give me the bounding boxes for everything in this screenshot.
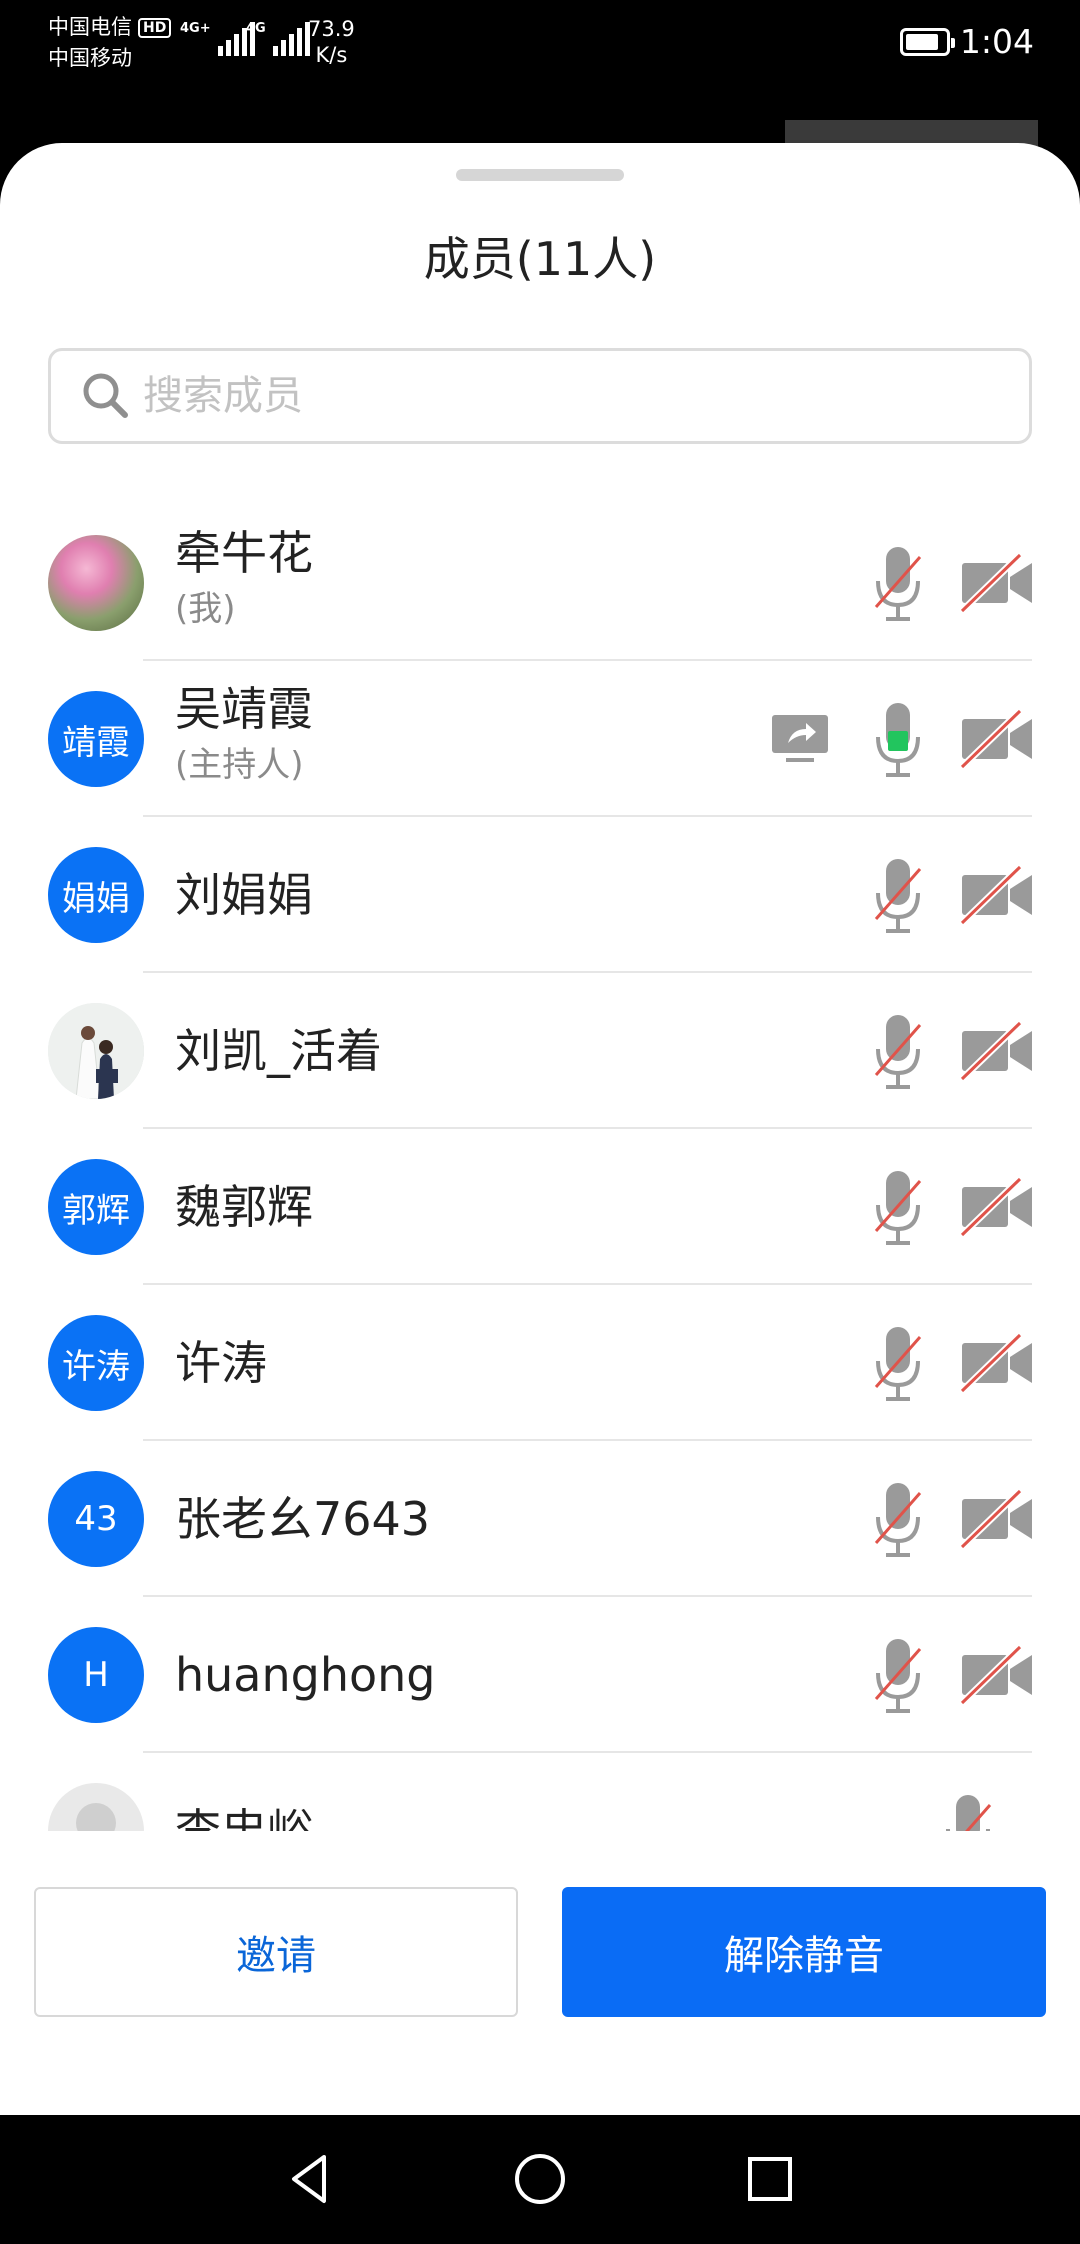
member-name: huanghong <box>175 1648 436 1702</box>
avatar-photo <box>48 1003 144 1099</box>
members-sheet: 成员(11人) 牵牛花 (我) 靖霞 吴靖霞 (主持人) <box>0 143 1080 2115</box>
member-name: 牵牛花 <box>175 526 313 580</box>
recents-icon[interactable] <box>740 2149 800 2209</box>
member-role: (我) <box>175 589 236 629</box>
hd-badge: HD <box>138 17 172 38</box>
avatar: 娟娟 <box>48 847 144 943</box>
wedding-photo <box>48 1003 144 1099</box>
system-nav-bar <box>0 2115 1080 2244</box>
screen-share-icon <box>772 715 828 762</box>
mic-muted-icon[interactable] <box>870 1633 926 1717</box>
camera-off-icon[interactable] <box>960 1175 1034 1239</box>
avatar-default <box>48 1783 144 1831</box>
drag-handle[interactable] <box>456 169 624 181</box>
member-name: 刘娟娟 <box>175 868 313 922</box>
back-icon[interactable] <box>280 2149 340 2209</box>
mic-muted-icon[interactable] <box>870 1321 926 1405</box>
member-name: 吴靖霞 <box>175 682 313 736</box>
camera-off-icon[interactable] <box>960 707 1034 771</box>
member-row[interactable]: 郭辉 魏郭辉 <box>0 1129 1080 1285</box>
avatar-text: 43 <box>74 1499 118 1539</box>
avatar-text: 娟娟 <box>62 878 130 919</box>
avatar: 许涛 <box>48 1315 144 1411</box>
network-speed: 73.9 K/s <box>308 16 355 68</box>
search-input[interactable] <box>143 373 1029 419</box>
battery-icon <box>900 28 955 56</box>
search-icon <box>83 373 128 418</box>
member-name: 刘凯_活着 <box>175 1024 382 1078</box>
member-row[interactable]: H huanghong <box>0 1597 1080 1753</box>
member-row[interactable]: 李忠峪 <box>0 1753 1080 1831</box>
invite-button[interactable]: 邀请 <box>34 1887 518 2017</box>
mic-muted-icon[interactable] <box>940 1789 996 1831</box>
member-row[interactable]: 娟娟 刘娟娟 <box>0 817 1080 973</box>
signal-2-icon: 4G <box>246 22 310 56</box>
status-bar: 中国电信 HD 中国移动 4G+ 4G 73.9 K/s 1:04 <box>0 0 1080 100</box>
mic-muted-icon[interactable] <box>870 1477 926 1561</box>
signal-1-icon: 4G+ <box>180 22 255 56</box>
member-row[interactable]: 刘凯_活着 <box>0 973 1080 1129</box>
unmute-button[interactable]: 解除静音 <box>562 1887 1046 2017</box>
avatar: 郭辉 <box>48 1159 144 1255</box>
avatar-text: 靖霞 <box>62 722 130 763</box>
net-speed-unit: K/s <box>315 43 348 67</box>
net-speed-value: 73.9 <box>308 17 355 41</box>
mic-active-icon[interactable] <box>870 697 926 781</box>
home-icon[interactable] <box>510 2149 570 2209</box>
clock: 1:04 <box>959 22 1034 61</box>
search-box[interactable] <box>48 348 1032 444</box>
avatar: 43 <box>48 1471 144 1567</box>
avatar-text: 许涛 <box>62 1346 130 1387</box>
carrier-1: 中国电信 <box>48 15 132 39</box>
mic-muted-icon[interactable] <box>870 1009 926 1093</box>
mic-muted-icon[interactable] <box>870 853 926 937</box>
carrier-info: 中国电信 HD 中国移动 <box>48 12 172 74</box>
network-1-label: 4G+ <box>180 21 211 36</box>
avatar-text: H <box>83 1655 109 1695</box>
camera-off-icon[interactable] <box>960 1643 1034 1707</box>
battery-fill <box>906 34 938 50</box>
member-name: 魏郭辉 <box>175 1180 313 1234</box>
bottom-actions: 邀请 解除静音 <box>0 1859 1080 2115</box>
member-name: 许涛 <box>175 1336 267 1390</box>
member-row[interactable]: 靖霞 吴靖霞 (主持人) <box>0 661 1080 817</box>
carrier-2: 中国移动 <box>48 46 132 70</box>
default-user-icon <box>76 1803 116 1831</box>
member-row[interactable]: 许涛 许涛 <box>0 1285 1080 1441</box>
avatar-photo <box>48 535 144 631</box>
member-list[interactable]: 牵牛花 (我) 靖霞 吴靖霞 (主持人) 娟娟 刘娟娟 刘凯_活着 郭辉 魏郭辉… <box>0 505 1080 1831</box>
camera-off-icon[interactable] <box>960 863 1034 927</box>
avatar: H <box>48 1627 144 1723</box>
member-name: 李忠峪 <box>175 1804 313 1831</box>
member-role: (主持人) <box>175 745 304 785</box>
member-name: 张老幺7643 <box>175 1492 431 1546</box>
member-row[interactable]: 43 张老幺7643 <box>0 1441 1080 1597</box>
avatar: 靖霞 <box>48 691 144 787</box>
avatar-text: 郭辉 <box>62 1190 130 1231</box>
member-row[interactable]: 牵牛花 (我) <box>0 505 1080 661</box>
sheet-title: 成员(11人) <box>423 232 657 286</box>
network-2-label: 4G <box>246 21 266 36</box>
camera-off-icon[interactable] <box>960 1487 1034 1551</box>
mic-muted-icon[interactable] <box>870 541 926 625</box>
camera-off-icon[interactable] <box>960 551 1034 615</box>
mic-muted-icon[interactable] <box>870 1165 926 1249</box>
camera-off-icon[interactable] <box>960 1019 1034 1083</box>
camera-off-icon[interactable] <box>960 1331 1034 1395</box>
